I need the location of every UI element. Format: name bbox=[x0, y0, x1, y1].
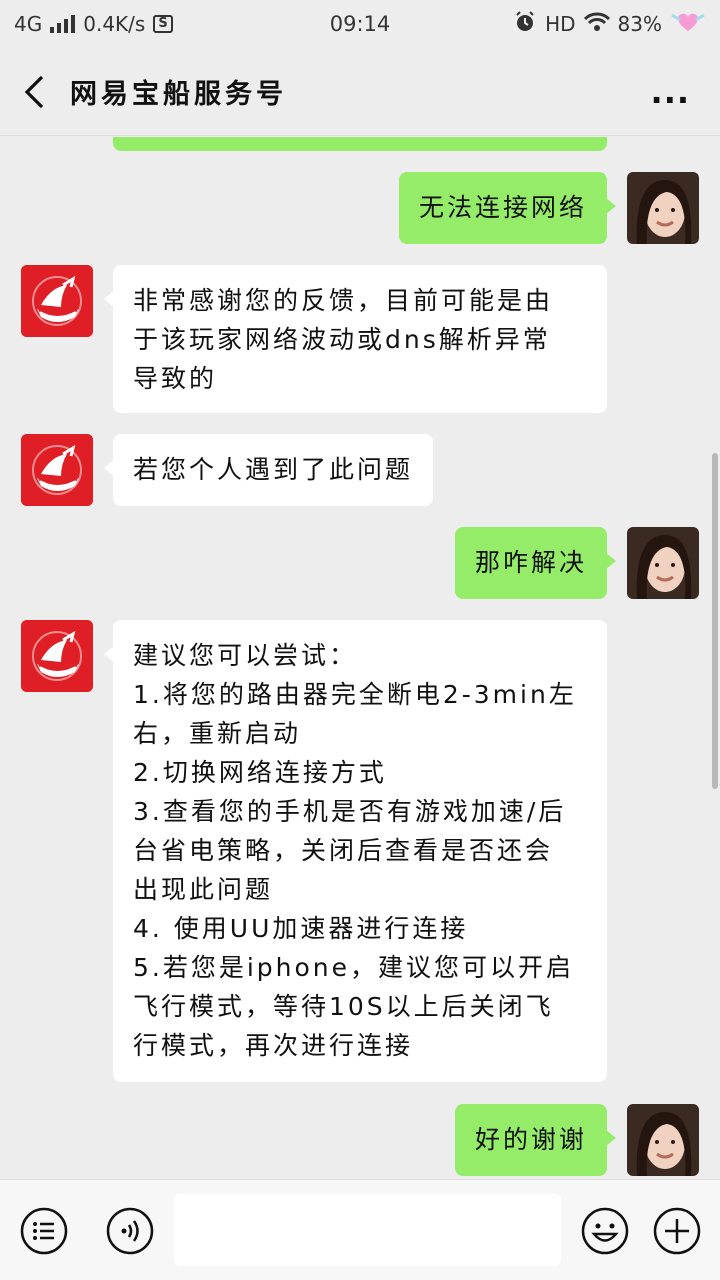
plus-icon bbox=[653, 1207, 701, 1255]
official-account-avatar[interactable] bbox=[21, 620, 93, 692]
chat-title: 网易宝船服务号 bbox=[70, 79, 287, 110]
alarm-icon bbox=[513, 10, 537, 39]
incoming-bubble[interactable]: 建议您可以尝试： 1.将您的路由器完全断电2-3min左 右，重新启动 2.切换… bbox=[104, 620, 607, 1082]
message-text: 台省电策略，关闭后查看是否还会 bbox=[133, 836, 554, 865]
status-left: 4G 0.4K/s S bbox=[14, 12, 173, 36]
message-text: 于该玩家网络波动或dns解析异常 bbox=[133, 325, 551, 354]
ship-logo-icon bbox=[21, 265, 93, 337]
message-text: 5.若您是iphone，建议您可以开启 bbox=[133, 953, 575, 982]
sim-icon: S bbox=[153, 15, 173, 33]
incoming-bubble[interactable]: 非常感谢您的反馈，目前可能是由 于该玩家网络波动或dns解析异常 导致的 bbox=[104, 265, 607, 413]
message-text: 行模式，再次进行连接 bbox=[133, 1031, 414, 1060]
message-text: 飞行模式，等待10S以上后关闭飞 bbox=[133, 992, 554, 1021]
user-avatar[interactable] bbox=[627, 172, 699, 244]
more-functions-button[interactable] bbox=[653, 1207, 701, 1255]
message-text: 1.将您的路由器完全断电2-3min左 bbox=[133, 680, 577, 709]
message-text: 2.切换网络连接方式 bbox=[133, 758, 387, 787]
message-text: 若您个人遇到了此问题 bbox=[133, 455, 414, 484]
outgoing-bubble[interactable]: 那咋解决 bbox=[454, 527, 617, 599]
user-avatar[interactable] bbox=[627, 1104, 699, 1176]
user-avatar[interactable] bbox=[627, 527, 699, 599]
message-text: 出现此问题 bbox=[133, 875, 274, 904]
battery-percent: 83% bbox=[617, 12, 662, 36]
message-text: 右，重新启动 bbox=[133, 719, 302, 748]
message-row: 建议您可以尝试： 1.将您的路由器完全断电2-3min左 右，重新启动 2.切换… bbox=[0, 620, 720, 1082]
message-text: 4. 使用UU加速器进行连接 bbox=[133, 914, 469, 943]
list-menu-icon bbox=[20, 1207, 68, 1255]
scrollbar[interactable] bbox=[712, 453, 718, 789]
wifi-icon bbox=[583, 12, 610, 37]
message-text: 3.查看您的手机是否有游戏加速/后 bbox=[133, 797, 567, 826]
voice-button[interactable] bbox=[106, 1207, 154, 1255]
message-row: 无法连接网络 bbox=[0, 172, 720, 244]
emoji-button[interactable] bbox=[581, 1207, 629, 1255]
message-text: 好的谢谢 bbox=[474, 1125, 587, 1154]
clipped-message-bubble bbox=[113, 137, 607, 151]
menu-button[interactable] bbox=[20, 1207, 68, 1255]
message-row: 好的谢谢 bbox=[0, 1104, 720, 1176]
input-bar bbox=[0, 1179, 720, 1280]
message-input[interactable] bbox=[174, 1194, 561, 1266]
status-bar: 4G 0.4K/s S 09:14 HD 83% bbox=[0, 0, 720, 48]
official-account-avatar[interactable] bbox=[21, 434, 93, 506]
message-text: 无法连接网络 bbox=[418, 193, 587, 222]
network-speed: 0.4K/s bbox=[83, 12, 146, 36]
message-text: 导致的 bbox=[133, 364, 218, 393]
ship-logo-icon bbox=[21, 620, 93, 692]
hd-label: HD bbox=[545, 12, 576, 36]
status-right: HD 83% bbox=[513, 10, 706, 39]
chevron-left-icon bbox=[24, 75, 44, 108]
signal-icon bbox=[50, 15, 76, 33]
voice-icon bbox=[106, 1207, 154, 1255]
title-bar: 网易宝船服务号 ... bbox=[0, 48, 720, 136]
message-row: 那咋解决 bbox=[0, 527, 720, 599]
back-button[interactable] bbox=[0, 48, 70, 136]
ship-logo-icon bbox=[21, 434, 93, 506]
message-text: 那咋解决 bbox=[474, 548, 587, 577]
message-list[interactable]: 无法连接网络 非常感谢您的反馈，目前可能是由 于该玩家网络波动或dns解析异常 … bbox=[0, 137, 720, 1179]
message-row: 若您个人遇到了此问题 bbox=[0, 434, 720, 506]
network-type: 4G bbox=[14, 12, 43, 36]
outgoing-bubble[interactable]: 无法连接网络 bbox=[398, 172, 617, 244]
official-account-avatar[interactable] bbox=[21, 265, 93, 337]
message-text: 非常感谢您的反馈，目前可能是由 bbox=[133, 286, 554, 315]
more-options-button[interactable]: ... bbox=[651, 76, 690, 108]
incoming-bubble[interactable]: 若您个人遇到了此问题 bbox=[103, 434, 434, 506]
heart-battery-icon bbox=[670, 11, 706, 38]
emoji-icon bbox=[581, 1207, 629, 1255]
outgoing-bubble[interactable]: 好的谢谢 bbox=[454, 1104, 617, 1176]
message-row: 非常感谢您的反馈，目前可能是由 于该玩家网络波动或dns解析异常 导致的 bbox=[0, 265, 720, 413]
message-text: 建议您可以尝试： bbox=[133, 641, 358, 670]
